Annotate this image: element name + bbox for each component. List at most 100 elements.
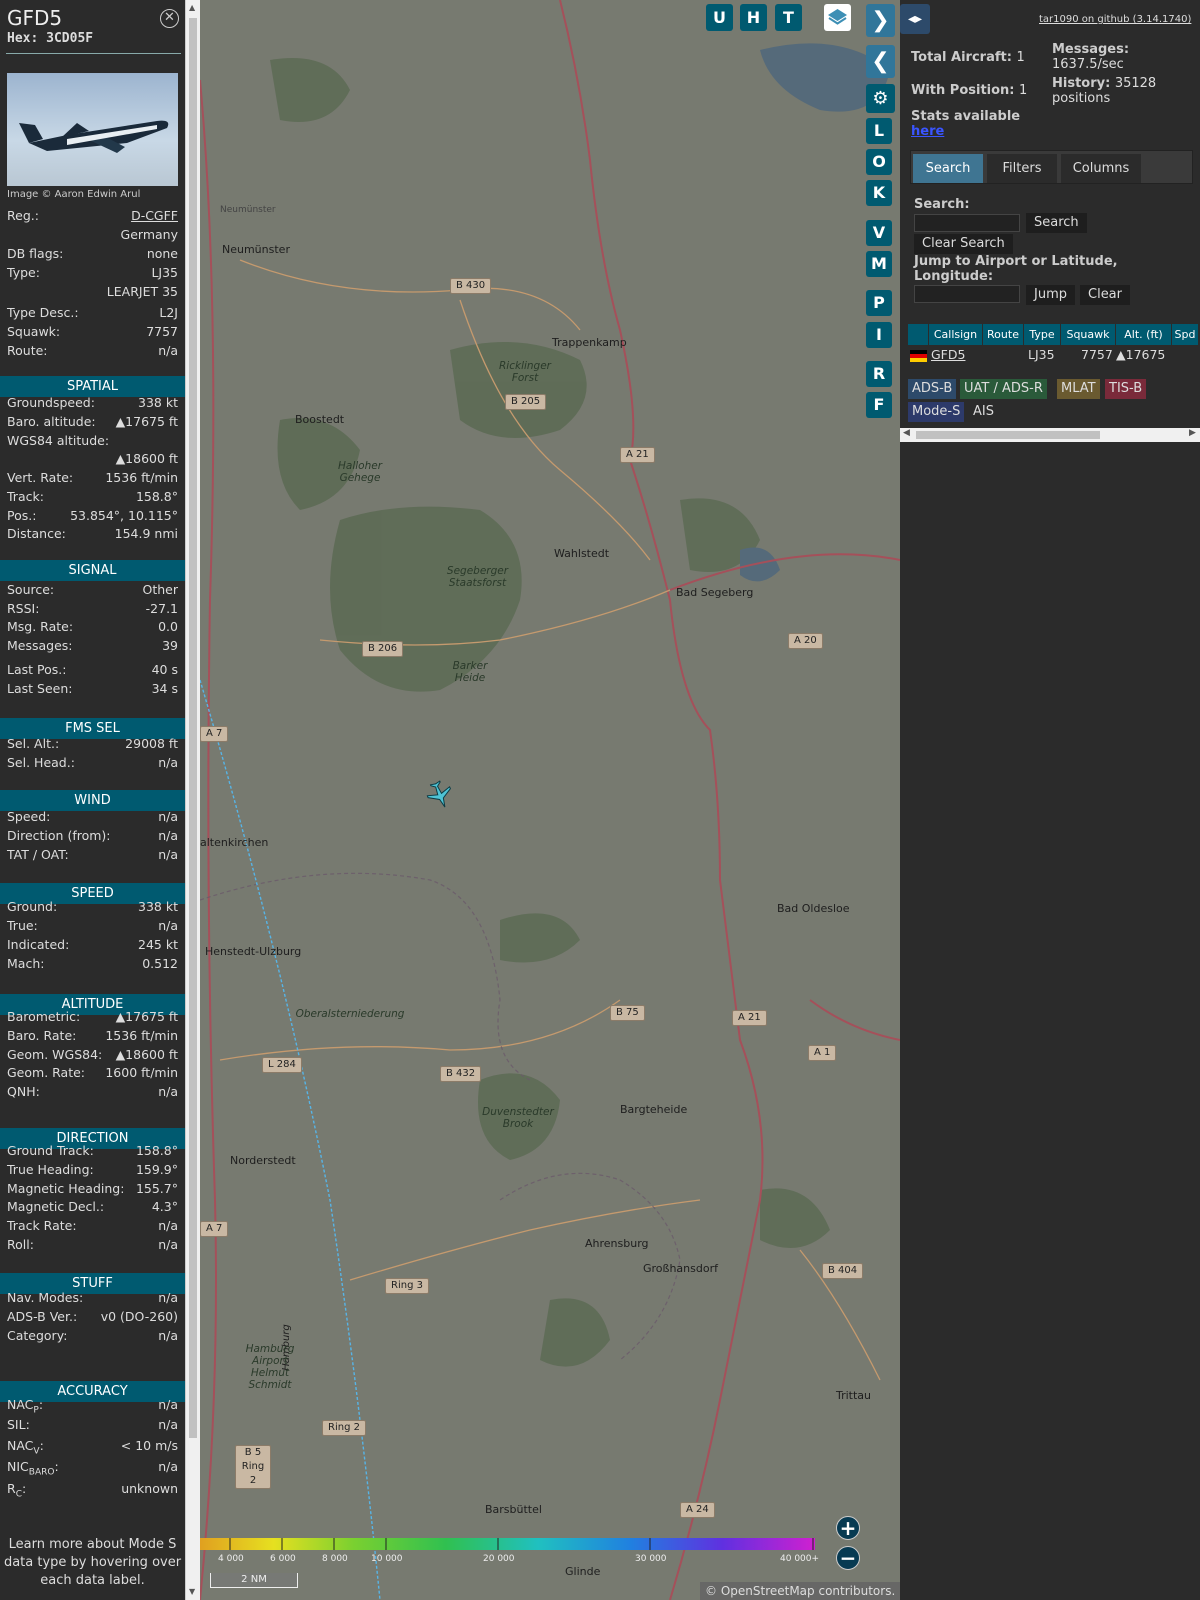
road-shield: A 21: [620, 447, 655, 463]
map-button-f[interactable]: F: [866, 392, 892, 418]
row-callsign[interactable]: GFD5: [931, 347, 965, 362]
github-link[interactable]: tar1090 on github (3.14.1740): [1039, 14, 1191, 25]
info-value: 29008 ft: [125, 736, 178, 751]
info-value: 154.9 nmi: [114, 526, 178, 541]
map-town-label: Boostedt: [295, 413, 345, 426]
aircraft-hex: Hex: 3CD05F: [7, 31, 94, 46]
info-label: Track Rate:: [7, 1218, 77, 1233]
info-value: none: [146, 246, 178, 261]
map-button-k[interactable]: K: [866, 180, 892, 206]
info-row: DB flags: none: [7, 246, 178, 265]
toggle-panel-icon[interactable]: ◂▸: [900, 4, 930, 34]
map-area-label: Segeberger Staatsforst: [446, 565, 509, 589]
map-button-l[interactable]: L: [866, 118, 892, 144]
scrollbar-thumb[interactable]: [189, 18, 197, 1438]
info-row: True: n/a: [7, 918, 178, 937]
colorbar-label: 40 000+: [780, 1554, 820, 1564]
info-row: QNH: n/a: [7, 1084, 178, 1103]
info-value: n/a: [158, 809, 178, 824]
info-label: Pos.:: [7, 508, 37, 523]
map-town-label: altenkirchen: [200, 836, 269, 849]
clear-search-button[interactable]: Clear Search: [914, 234, 1013, 254]
info-row: Baro. altitude: ▲17675 ft: [7, 414, 178, 433]
map-area-label: Barker Heide: [452, 660, 488, 684]
info-row: ADS-B Ver.: v0 (DO-260): [7, 1309, 178, 1328]
scrollbar-thumb[interactable]: [916, 431, 1100, 439]
info-label: TAT / OAT:: [7, 847, 69, 862]
map-button-v[interactable]: V: [866, 220, 892, 246]
history-stat: History: 35128 positions: [1052, 76, 1157, 106]
map-town-label: Bad Oldesloe: [777, 902, 850, 915]
map-button-t[interactable]: T: [775, 4, 802, 31]
settings-gear-icon[interactable]: ⚙: [866, 84, 895, 113]
info-row: RSSI: -27.1: [7, 601, 178, 620]
section-header-wind: WIND: [0, 790, 185, 811]
road-shield: L 284: [262, 1057, 302, 1073]
source-uat: UAT / ADS-R: [960, 379, 1047, 399]
tab-columns[interactable]: Columns: [1061, 154, 1141, 183]
zoom-in-icon[interactable]: +: [836, 1516, 860, 1540]
map-button-r[interactable]: R: [866, 361, 892, 387]
info-label: Sel. Alt.:: [7, 736, 60, 751]
info-label: NACV:: [7, 1438, 44, 1457]
collapse-left-icon[interactable]: ❮: [866, 45, 895, 78]
info-label: True Heading:: [7, 1162, 94, 1177]
col-type[interactable]: Type: [1024, 324, 1060, 345]
col-altitude[interactable]: Alt. (ft): [1116, 324, 1171, 345]
info-label: Geom. Rate:: [7, 1065, 86, 1080]
tab-filters[interactable]: Filters: [987, 154, 1057, 183]
aircraft-photo[interactable]: [7, 73, 178, 186]
info-label: True:: [7, 918, 38, 933]
map-base: [200, 0, 900, 1600]
col-route[interactable]: Route: [983, 324, 1023, 345]
info-label: Speed:: [7, 809, 51, 824]
info-value: 1536 ft/min: [105, 1028, 178, 1043]
map-button-i[interactable]: I: [866, 322, 892, 348]
table-horizontal-scrollbar[interactable]: ◀ ▶: [900, 428, 1200, 442]
stats-here-link[interactable]: here: [911, 124, 944, 139]
col-flag[interactable]: [908, 324, 928, 345]
jump-input[interactable]: [914, 285, 1020, 303]
map-button-u[interactable]: U: [706, 4, 733, 31]
col-callsign[interactable]: Callsign: [929, 324, 982, 345]
info-label-subscript: V: [33, 1446, 40, 1457]
zoom-out-icon[interactable]: −: [836, 1546, 860, 1570]
source-modes: Mode-S: [908, 402, 965, 422]
sidebar-scrollbar[interactable]: ▲ ▼: [185, 0, 200, 1600]
clear-jump-button[interactable]: Clear: [1080, 285, 1130, 305]
map-button-p[interactable]: P: [866, 290, 892, 316]
map-view[interactable]: Neumünster Trappenkamp Boostedt Wahlstedt Ba…: [200, 0, 900, 1600]
info-value: n/a: [158, 1084, 178, 1099]
jump-button[interactable]: Jump: [1026, 285, 1075, 305]
info-row: Track Rate: n/a: [7, 1218, 178, 1237]
altitude-colorbar: [200, 1538, 815, 1550]
close-icon[interactable]: ✕: [160, 9, 179, 28]
map-button-o[interactable]: O: [866, 149, 892, 175]
map-button-m[interactable]: M: [866, 251, 892, 277]
info-value: -27.1: [145, 601, 178, 616]
info-value: 338 kt: [138, 395, 178, 410]
registration-link[interactable]: D-CGFF: [131, 208, 178, 227]
search-button[interactable]: Search: [1026, 213, 1087, 233]
layers-icon[interactable]: [824, 4, 851, 31]
road-shield: Ring 2: [322, 1420, 366, 1436]
map-town-label: Wahlstedt: [554, 547, 610, 560]
map-town-label: Trappenkamp: [552, 336, 627, 349]
info-label: Sel. Head.:: [7, 755, 75, 770]
map-attribution[interactable]: © OpenStreetMap contributors.: [700, 1582, 900, 1600]
map-area-label: Duvenstedter Brook: [482, 1106, 554, 1130]
info-row: Barometric: ▲17675 ft: [7, 1009, 178, 1028]
info-label: Route:: [7, 343, 48, 358]
tab-search[interactable]: Search: [913, 154, 983, 183]
col-squawk[interactable]: Squawk: [1061, 324, 1115, 345]
search-input[interactable]: [914, 214, 1020, 232]
expand-right-icon[interactable]: ❯: [866, 4, 895, 37]
aircraft-list-panel: ◂▸ tar1090 on github (3.14.1740) Total A…: [900, 0, 1200, 1600]
info-label-subscript: P: [33, 1405, 39, 1416]
info-row: Track: 158.8°: [7, 489, 178, 508]
colorbar-label: 30 000: [635, 1554, 667, 1564]
search-label: Search:: [914, 197, 970, 212]
map-button-h[interactable]: H: [740, 4, 767, 31]
col-speed[interactable]: Spd: [1172, 324, 1198, 345]
info-value: LJ35: [151, 265, 178, 280]
